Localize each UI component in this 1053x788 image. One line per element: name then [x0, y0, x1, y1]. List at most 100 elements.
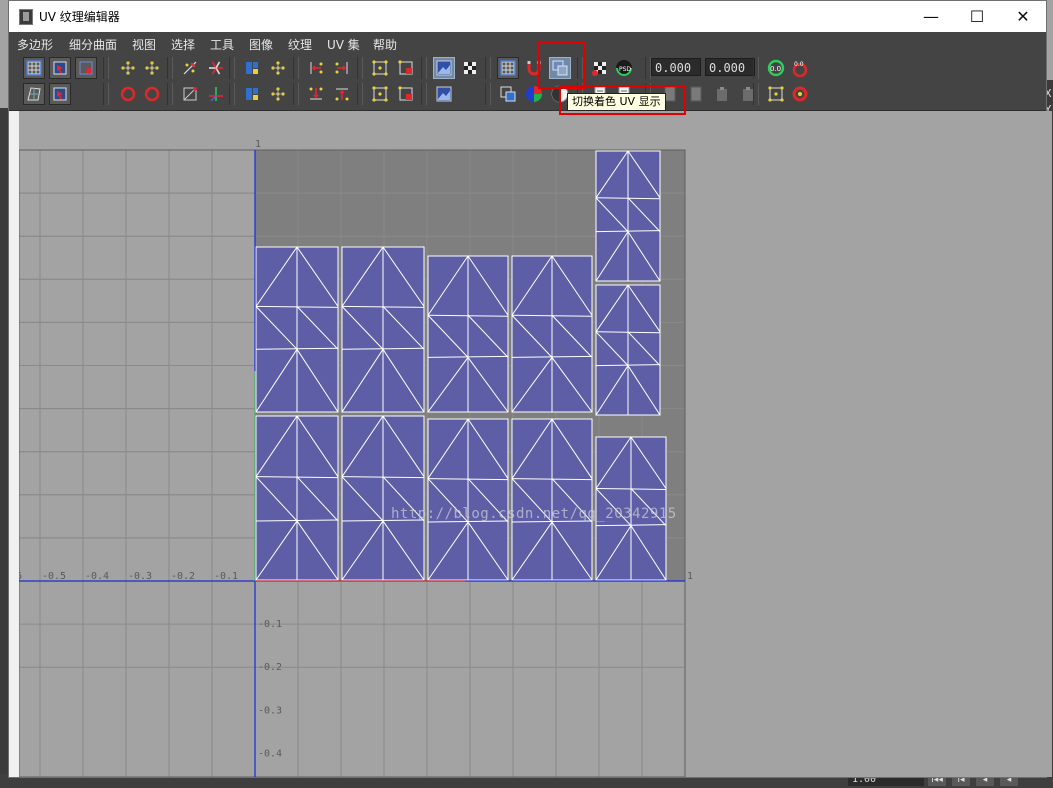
toolbar-separator: [753, 57, 759, 79]
sew-uv-icon[interactable]: [205, 57, 227, 79]
paste-v-icon[interactable]: [685, 83, 707, 105]
display-image-icon: [436, 60, 452, 76]
maximize-button[interactable]: ☐: [954, 1, 1000, 32]
grid-uv-icon[interactable]: [369, 57, 391, 79]
rotate-ccw-icon: [120, 86, 136, 102]
flip-u-icon[interactable]: [117, 57, 139, 79]
minimize-button[interactable]: —: [908, 1, 954, 32]
toolbar-separator: [485, 57, 491, 79]
layout-uv-icon[interactable]: [241, 57, 263, 79]
align-min-u-icon[interactable]: [305, 57, 327, 79]
dim-image-icon: [436, 86, 452, 102]
window-title: UV 纹理编辑器: [39, 10, 120, 24]
watermark-text: http://blog.csdn.net/qq_20342915: [391, 506, 677, 522]
texture-borders-icon[interactable]: [497, 83, 519, 105]
paste-v-icon: [690, 86, 702, 102]
toolbar-separator: [357, 57, 363, 79]
flip-v-icon[interactable]: [141, 57, 163, 79]
align-min-u-icon: [310, 62, 323, 74]
rotate-ccw-icon[interactable]: [117, 83, 139, 105]
grid-uv-icon: [372, 60, 388, 76]
unfold-uv-icon[interactable]: [267, 57, 289, 79]
v-tick-label: -0.4: [258, 748, 282, 759]
clipboard-icon[interactable]: [711, 83, 733, 105]
v-value-field[interactable]: 0.000: [705, 58, 755, 76]
toolbar-separator: [229, 57, 235, 79]
toolbar-separator: [167, 57, 173, 79]
u-tick-label: -0.3: [128, 571, 152, 582]
u-tick-label-edge: 6: [19, 571, 22, 582]
rotate-cw-icon: [144, 86, 160, 102]
menu-uv-sets[interactable]: UV 集: [327, 36, 360, 53]
uv-toolbar: 0.000 0.000 PSD 0.0 0.0: [9, 54, 1046, 111]
uv-lattice-red-icon: [792, 86, 808, 102]
refresh-uv-icon: 0.0: [767, 59, 785, 77]
refresh-uv-icon[interactable]: 0.0: [765, 57, 787, 79]
reset-uv-icon: 0.0: [792, 61, 808, 77]
display-image-icon[interactable]: [433, 57, 455, 79]
select-uv-shell-icon[interactable]: [23, 57, 45, 79]
uv-editor-canvas[interactable]: -0.5 -0.4 -0.3 -0.2 -0.1 -0.1 -0.2 -0.3 -0.4 1 1 6 …: [19, 111, 1052, 777]
uv-grid-view[interactable]: -0.5 -0.4 -0.3 -0.2 -0.1 -0.1 -0.2 -0.3 -0.4 1 1 6: [19, 111, 1052, 777]
reset-uv-icon[interactable]: 0.0: [789, 57, 811, 79]
snapshot-uv-icon[interactable]: [395, 57, 417, 79]
psd-network-icon: PSD: [616, 60, 632, 76]
toolbar-separator: [645, 57, 651, 79]
v-tick-label: -0.1: [258, 619, 282, 630]
u-value-field[interactable]: 0.000: [651, 58, 701, 76]
toolbar-separator: [421, 83, 427, 105]
maya-app-icon: [19, 9, 33, 25]
close-button[interactable]: ✕: [1000, 1, 1046, 32]
toggle-grid-icon: [500, 60, 516, 76]
lattice-uv-icon[interactable]: [23, 83, 45, 105]
uv-lattice-red-icon[interactable]: [789, 83, 811, 105]
menu-image[interactable]: 图像: [249, 36, 273, 53]
align-max-v-icon[interactable]: [331, 83, 353, 105]
u-tick-label: -0.4: [85, 571, 109, 582]
title-bar: UV 纹理编辑器 — ☐ ✕: [9, 1, 1046, 32]
menu-textures[interactable]: 纹理: [288, 36, 312, 53]
u-tick-label-one: 1: [687, 571, 693, 582]
v-tick-label: -0.3: [258, 705, 282, 716]
move-pivot-icon[interactable]: [765, 83, 787, 105]
align-min-v-icon[interactable]: [305, 83, 327, 105]
align-max-u-icon[interactable]: [331, 57, 353, 79]
highlight-box-tool: [538, 42, 586, 89]
uv-texture-editor-window: UV 纹理编辑器 — ☐ ✕ 多边形 细分曲面 视图 选择 工具 图像 纹理 U…: [8, 0, 1052, 778]
cut-uv-icon[interactable]: [179, 57, 201, 79]
menu-help[interactable]: 帮助: [373, 36, 397, 53]
u-tick-label: -0.2: [171, 571, 195, 582]
menu-select[interactable]: 选择: [171, 36, 195, 53]
menu-polygons[interactable]: 多边形: [17, 36, 53, 53]
svg-text:PSD: PSD: [619, 66, 631, 73]
checker-map-icon[interactable]: [589, 57, 611, 79]
move-uv-icon[interactable]: [49, 57, 71, 79]
menu-view[interactable]: 视图: [132, 36, 156, 53]
snapshot-uv-icon: [398, 60, 413, 75]
menu-subdiv[interactable]: 细分曲面: [69, 36, 117, 53]
rotate-cw-icon[interactable]: [141, 83, 163, 105]
toolbar-separator: [421, 57, 427, 79]
align-max-v-icon: [335, 88, 349, 101]
tooltip-shaded-uv: 切换着色 UV 显示: [567, 93, 666, 111]
tweak-uv-icon: [79, 61, 93, 75]
dim-image-icon[interactable]: [433, 83, 455, 105]
checker-filter-icon[interactable]: [459, 57, 481, 79]
toolbar-separator: [293, 83, 299, 105]
move-pivot-icon: [768, 86, 784, 102]
psd-network-icon[interactable]: PSD: [613, 57, 635, 79]
svg-text:0.0: 0.0: [770, 65, 781, 73]
split-uv-icon[interactable]: [179, 83, 201, 105]
menu-bar: 多边形 细分曲面 视图 选择 工具 图像 纹理 UV 集 帮助: [9, 32, 1046, 54]
toggle-grid-icon[interactable]: [497, 57, 519, 79]
toolbar-separator: [103, 57, 109, 79]
toolbar-separator: [167, 83, 173, 105]
relax-uv-icon[interactable]: [241, 83, 263, 105]
move-sew-icon[interactable]: [205, 83, 227, 105]
straighten-uv-icon[interactable]: [267, 83, 289, 105]
select-shell-border-icon[interactable]: [369, 83, 391, 105]
isolate-select-icon[interactable]: [395, 83, 417, 105]
select-component-icon[interactable]: [49, 83, 71, 105]
tweak-uv-icon[interactable]: [75, 57, 97, 79]
menu-tools[interactable]: 工具: [210, 36, 234, 53]
